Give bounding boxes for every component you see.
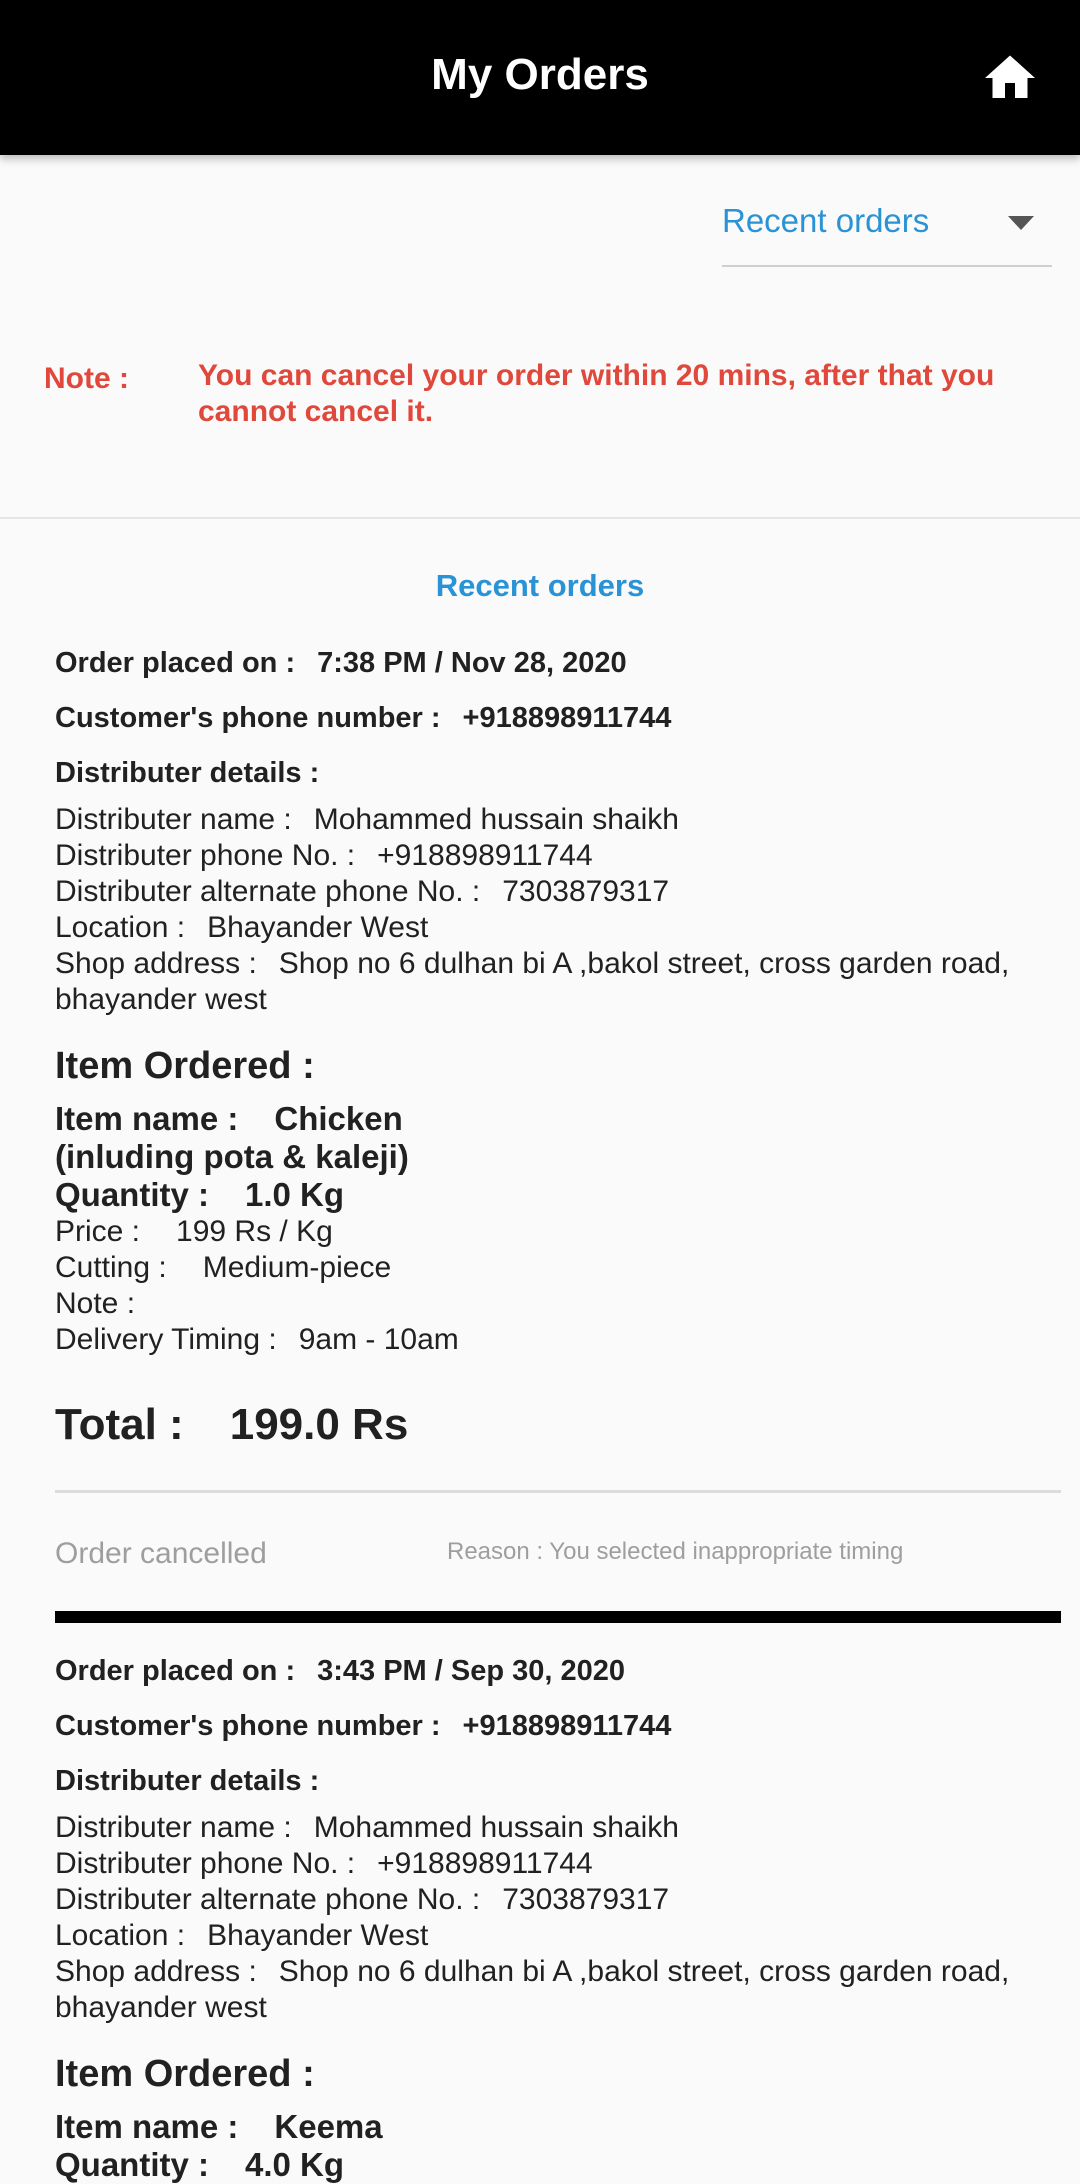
quantity-row: Quantity : 4.0 Kg xyxy=(55,2146,1055,2184)
distributer-name-value: Mohammed hussain shaikh xyxy=(313,1811,679,1844)
price-value: 199 Rs / Kg xyxy=(176,1215,333,1248)
order-filter-dropdown[interactable]: Recent orders xyxy=(722,190,1052,267)
order-placed-row: Order placed on : 7:38 PM / Nov 28, 2020 xyxy=(55,645,627,681)
location-label: Location : xyxy=(55,911,186,944)
item-details: Item name : Chicken (inluding pota & kalej… xyxy=(55,1100,1055,1358)
distributer-alt-phone-row: Distributer alternate phone No. : 7303879… xyxy=(55,1882,1065,1918)
customer-phone-label: Customer's phone number : xyxy=(55,1710,441,1742)
distributer-alt-phone-value: 7303879317 xyxy=(502,1883,670,1916)
quantity-label: Quantity : xyxy=(55,1176,209,1213)
order-placed-label: Order placed on : xyxy=(55,647,296,679)
location-label: Location : xyxy=(55,1919,186,1952)
delivery-timing-label: Delivery Timing : xyxy=(55,1323,277,1356)
cutting-label: Cutting : xyxy=(55,1251,167,1284)
item-name-value: Chicken xyxy=(274,1100,403,1137)
item-name-label: Item name : xyxy=(55,1100,239,1137)
shop-address-label: Shop address : xyxy=(55,1955,257,1988)
quantity-row: Quantity : 1.0 Kg xyxy=(55,1176,1055,1214)
location-value: Bhayander West xyxy=(207,1919,429,1952)
total-value: 199.0 Rs xyxy=(229,1400,409,1449)
distributer-alt-phone-row: Distributer alternate phone No. : 7303879… xyxy=(55,874,1065,910)
app-bar: My Orders xyxy=(0,0,1080,155)
customer-phone-row: Customer's phone number : +918898911744 xyxy=(55,1708,671,1744)
distributer-details: Distributer name : Mohammed hussain shaik… xyxy=(55,802,1065,1018)
item-name-value: Keema xyxy=(274,2108,383,2145)
distributer-alt-phone-label: Distributer alternate phone No. : xyxy=(55,875,481,908)
shop-address-row: Shop address : Shop no 6 dulhan bi A ,bak… xyxy=(55,1954,1065,2026)
order-placed-value: 3:43 PM / Sep 30, 2020 xyxy=(317,1655,626,1687)
distributer-phone-row: Distributer phone No. : +918898911744 xyxy=(55,1846,1065,1882)
distributer-details-heading: Distributer details : xyxy=(55,1765,320,1797)
home-icon xyxy=(985,55,1035,98)
order-placed-value: 7:38 PM / Nov 28, 2020 xyxy=(317,647,627,679)
total-row: Total : 199.0 Rs xyxy=(55,1400,408,1450)
delivery-timing-row: Delivery Timing : 9am - 10am xyxy=(55,1322,1055,1358)
item-name-label: Item name : xyxy=(55,2108,239,2145)
item-name-sub: (inluding pota & kaleji) xyxy=(55,1138,409,1175)
item-name-row: Item name : Keema xyxy=(55,2108,1055,2146)
cancel-reason: Reason : You selected inappropriate timi… xyxy=(447,1538,904,1565)
item-note-label: Note : xyxy=(55,1287,136,1320)
customer-phone-label: Customer's phone number : xyxy=(55,702,441,734)
chevron-down-icon xyxy=(1008,216,1034,230)
customer-phone-value: +918898911744 xyxy=(462,702,672,734)
shop-address-row: Shop address : Shop no 6 dulhan bi A ,bak… xyxy=(55,946,1065,1018)
distributer-phone-value: +918898911744 xyxy=(377,839,593,872)
page-title: My Orders xyxy=(431,50,649,99)
item-note-row: Note : xyxy=(55,1286,1055,1322)
section-title: Recent orders xyxy=(435,568,645,603)
note-text: You can cancel your order within 20 mins… xyxy=(198,359,995,428)
location-row: Location : Bhayander West xyxy=(55,910,1065,946)
divider xyxy=(0,517,1080,519)
distributer-phone-label: Distributer phone No. : xyxy=(55,1847,356,1880)
note-label: Note : xyxy=(44,362,129,395)
shop-address-label: Shop address : xyxy=(55,947,257,980)
distributer-name-label: Distributer name : xyxy=(55,1811,292,1844)
cutting-row: Cutting : Medium-piece xyxy=(55,1250,1055,1286)
distributer-alt-phone-label: Distributer alternate phone No. : xyxy=(55,1883,481,1916)
customer-phone-row: Customer's phone number : +918898911744 xyxy=(55,700,671,736)
order-placed-label: Order placed on : xyxy=(55,1655,296,1687)
order-filter-value: Recent orders xyxy=(722,202,930,239)
distributer-phone-value: +918898911744 xyxy=(377,1847,593,1880)
item-name-row: Item name : Chicken (inluding pota & kalej… xyxy=(55,1100,1055,1176)
order-status: Order cancelled xyxy=(55,1537,267,1570)
distributer-phone-label: Distributer phone No. : xyxy=(55,839,356,872)
location-value: Bhayander West xyxy=(207,911,429,944)
quantity-value: 4.0 Kg xyxy=(245,2146,345,2183)
order-separator xyxy=(55,1611,1061,1623)
home-button[interactable] xyxy=(980,48,1040,108)
price-row: Price : 199 Rs / Kg xyxy=(55,1214,1055,1250)
distributer-details: Distributer name : Mohammed hussain shaik… xyxy=(55,1810,1065,2026)
delivery-timing-value: 9am - 10am xyxy=(298,1323,459,1356)
quantity-value: 1.0 Kg xyxy=(245,1176,345,1213)
cutting-value: Medium-piece xyxy=(202,1251,392,1284)
item-details: Item name : Keema Quantity : 4.0 Kg xyxy=(55,2108,1055,2184)
price-label: Price : xyxy=(55,1215,141,1248)
distributer-phone-row: Distributer phone No. : +918898911744 xyxy=(55,838,1065,874)
distributer-name-row: Distributer name : Mohammed hussain shaik… xyxy=(55,1810,1065,1846)
quantity-label: Quantity : xyxy=(55,2146,209,2183)
distributer-name-row: Distributer name : Mohammed hussain shaik… xyxy=(55,802,1065,838)
customer-phone-value: +918898911744 xyxy=(462,1710,672,1742)
order-placed-row: Order placed on : 3:43 PM / Sep 30, 2020 xyxy=(55,1653,625,1689)
item-ordered-heading: Item Ordered : xyxy=(55,2053,315,2095)
distributer-name-label: Distributer name : xyxy=(55,803,292,836)
distributer-details-heading: Distributer details : xyxy=(55,757,320,789)
item-ordered-heading: Item Ordered : xyxy=(55,1045,315,1087)
location-row: Location : Bhayander West xyxy=(55,1918,1065,1954)
divider xyxy=(55,1490,1061,1493)
distributer-name-value: Mohammed hussain shaikh xyxy=(313,803,679,836)
total-label: Total : xyxy=(55,1400,184,1449)
distributer-alt-phone-value: 7303879317 xyxy=(502,875,670,908)
